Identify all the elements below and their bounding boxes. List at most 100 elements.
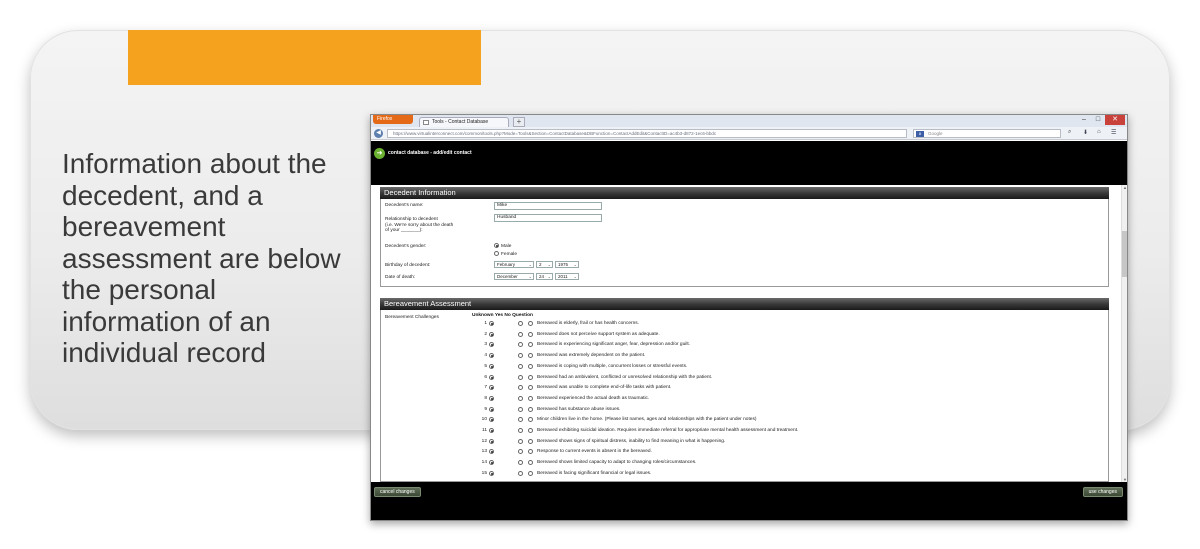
yes-radio[interactable]	[518, 374, 523, 380]
question-text: Bereaved was extremely dependent on the …	[537, 353, 646, 359]
scrollbar[interactable]: ▲ ▼	[1121, 185, 1127, 482]
no-radio[interactable]	[528, 331, 533, 337]
chevron-down-icon: ⌄	[573, 262, 577, 267]
no-radio[interactable]	[528, 342, 533, 348]
chevron-down-icon: ⌄	[528, 274, 532, 279]
yes-radio[interactable]	[518, 428, 523, 433]
unknown-radio[interactable]	[489, 470, 494, 476]
chevron-down-icon: ⌄	[547, 274, 551, 279]
new-tab-button[interactable]: +	[513, 117, 525, 127]
unknown-radio[interactable]	[489, 417, 494, 423]
menu-icon[interactable]: ☰	[1111, 129, 1116, 136]
no-radio[interactable]	[528, 353, 533, 359]
unknown-radio[interactable]	[489, 428, 494, 433]
question-text: Bereaved exhibiting suicidal ideation. R…	[537, 428, 799, 433]
unknown-radio[interactable]	[489, 395, 494, 401]
death-month-select[interactable]: December ⌄	[494, 273, 534, 280]
yes-radio[interactable]	[518, 438, 523, 444]
firefox-menu-button[interactable]: Firefox	[373, 115, 413, 124]
question-number: 13	[481, 449, 487, 455]
no-radio[interactable]	[528, 395, 533, 401]
question-text: Bereaved has substance abuse issues.	[537, 406, 621, 412]
yes-radio[interactable]	[518, 363, 523, 369]
question-text: Bereaved had an ambivalent, conflicted o…	[537, 374, 713, 380]
search-icon[interactable]: ⌕	[1068, 129, 1071, 136]
unknown-radio[interactable]	[489, 438, 494, 444]
scroll-up-icon[interactable]: ▲	[1122, 185, 1127, 190]
yes-radio[interactable]	[518, 470, 523, 476]
cancel-changes-button[interactable]: cancel changes	[374, 487, 421, 497]
death-day-select[interactable]: 24 ⌄	[536, 273, 553, 280]
yes-radio[interactable]	[518, 460, 523, 466]
no-radio[interactable]	[528, 363, 533, 369]
relationship-input[interactable]: Husband	[494, 214, 602, 222]
gender-label: Decedent's gender:	[385, 244, 427, 249]
browser-screenshot: Firefox Tools - Contact Database + – □ ✕…	[370, 114, 1128, 521]
no-radio[interactable]	[528, 417, 533, 423]
back-arrow-icon[interactable]: ◀	[374, 129, 383, 138]
question-number: 4	[484, 353, 487, 359]
minimize-icon[interactable]: –	[1077, 115, 1091, 125]
no-radio[interactable]	[528, 438, 533, 444]
yes-radio[interactable]	[518, 342, 523, 348]
form-footer: cancel changes use changes	[371, 482, 1127, 520]
close-icon[interactable]: ✕	[1105, 115, 1125, 125]
death-year-select[interactable]: 2011 ⌄	[555, 273, 579, 280]
no-radio[interactable]	[528, 406, 533, 412]
assessment-column-headers: Unknown Yes No Question	[472, 313, 533, 318]
gender-female-radio[interactable]	[494, 251, 499, 256]
search-box[interactable]: 8 Google	[913, 129, 1061, 138]
yes-radio[interactable]	[518, 353, 523, 359]
decedent-name-input[interactable]: Mike	[494, 202, 602, 210]
unknown-radio[interactable]	[489, 353, 494, 359]
yes-radio[interactable]	[518, 385, 523, 391]
yes-radio[interactable]	[518, 417, 523, 423]
app-title: contact database - add/edit contact	[388, 150, 472, 156]
address-bar[interactable]: https://www.virtualinterconnect.com/comm…	[387, 129, 907, 138]
question-text: Bereaved does not perceive support syste…	[537, 331, 660, 337]
yes-radio[interactable]	[518, 331, 523, 337]
birthday-day-select[interactable]: 2 ⌄	[536, 261, 553, 268]
question-text: Bereaved experienced the actual death as…	[537, 395, 650, 401]
no-radio[interactable]	[528, 385, 533, 391]
unknown-radio[interactable]	[489, 331, 494, 337]
yes-radio[interactable]	[518, 449, 523, 455]
search-placeholder: Google	[928, 131, 943, 136]
no-radio[interactable]	[528, 460, 533, 466]
scroll-thumb[interactable]	[1122, 231, 1127, 277]
unknown-radio[interactable]	[489, 321, 494, 326]
unknown-radio[interactable]	[489, 342, 494, 348]
birthday-year-select[interactable]: 1975 ⌄	[555, 261, 579, 268]
unknown-radio[interactable]	[489, 385, 494, 391]
no-radio[interactable]	[528, 374, 533, 380]
no-radio[interactable]	[528, 321, 533, 326]
chevron-down-icon: ⌄	[528, 262, 532, 267]
gender-male-option[interactable]: Male	[494, 243, 511, 250]
browser-navbar: ◀ https://www.virtualinterconnect.com/co…	[371, 127, 1127, 140]
unknown-radio[interactable]	[489, 374, 494, 380]
browser-tab[interactable]: Tools - Contact Database	[419, 117, 509, 127]
no-radio[interactable]	[528, 470, 533, 476]
use-changes-button[interactable]: use changes	[1082, 487, 1123, 497]
home-icon[interactable]: ⌂	[1097, 129, 1101, 135]
maximize-icon[interactable]: □	[1091, 115, 1105, 125]
gender-male-radio[interactable]	[494, 243, 499, 248]
unknown-radio[interactable]	[489, 406, 494, 412]
death-month-value: December	[497, 274, 518, 279]
no-radio[interactable]	[528, 449, 533, 455]
unknown-radio[interactable]	[489, 363, 494, 369]
yes-radio[interactable]	[518, 406, 523, 412]
unknown-radio[interactable]	[489, 449, 494, 455]
yes-radio[interactable]	[518, 321, 523, 326]
gender-female-option[interactable]: Female	[494, 251, 517, 258]
question-text: Response to current events is absent in …	[537, 449, 652, 455]
question-number: 9	[484, 406, 487, 412]
question-number: 2	[484, 331, 487, 337]
yes-radio[interactable]	[518, 395, 523, 401]
birthday-year-value: 1975	[558, 262, 569, 267]
no-radio[interactable]	[528, 428, 533, 433]
birthday-month-select[interactable]: February ⌄	[494, 261, 534, 268]
download-icon[interactable]: ⬇	[1083, 129, 1088, 136]
unknown-radio[interactable]	[489, 460, 494, 466]
question-number: 6	[484, 374, 487, 380]
